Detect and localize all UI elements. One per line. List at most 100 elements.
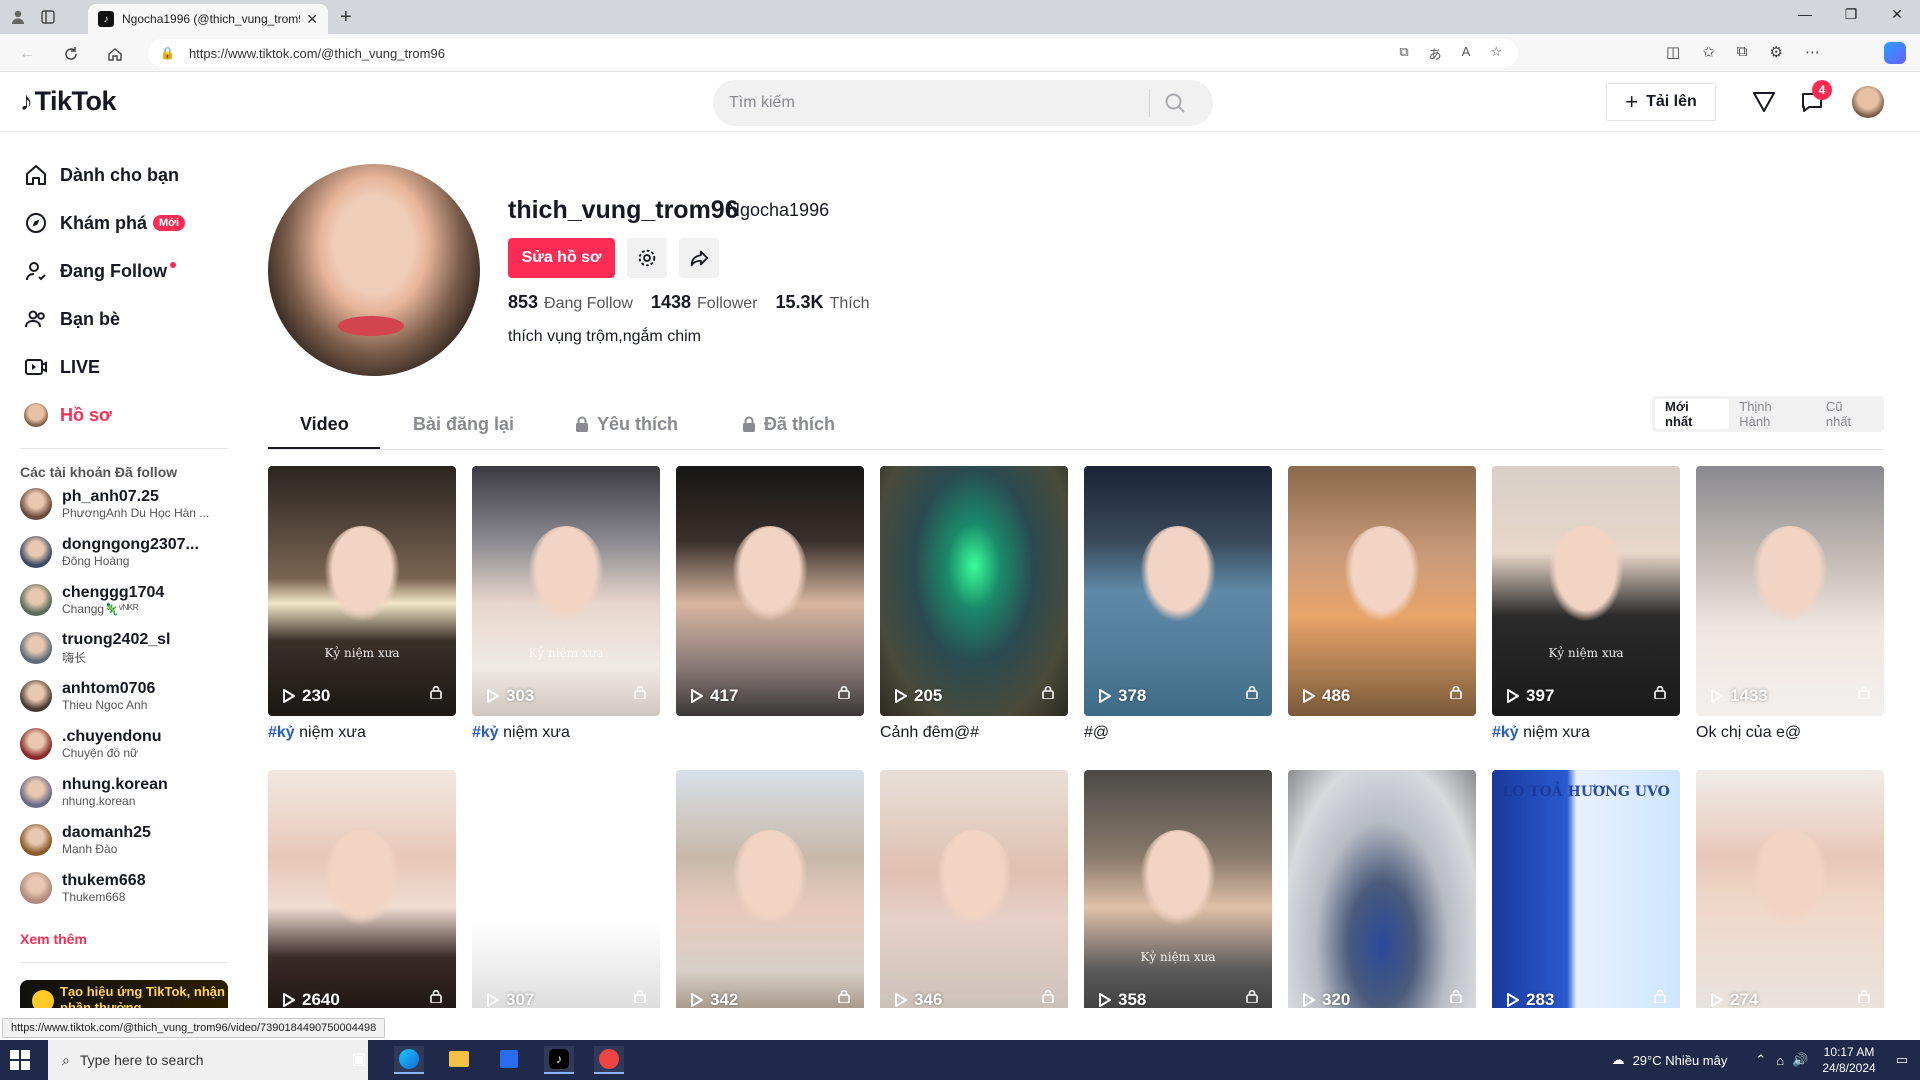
url-field[interactable]: 🔒 https://www.tiktok.com/@thich_vung_tro… xyxy=(148,39,1518,67)
video-card[interactable]: 378 #@ xyxy=(1084,466,1272,742)
video-card[interactable]: 307 xyxy=(472,770,660,1008)
taskbar-search[interactable]: ⌕ Type here to search xyxy=(48,1040,368,1080)
settings-button[interactable] xyxy=(627,238,667,278)
video-thumbnail[interactable]: 346 xyxy=(880,770,1068,1008)
back-icon[interactable]: ← xyxy=(16,43,38,65)
video-thumbnail[interactable]: Kỷ niệm xưa 303 xyxy=(472,466,660,716)
profile-icon[interactable] xyxy=(8,7,28,27)
video-card[interactable]: Kỷ niệm xưa 303 #kỷ niệm xưa xyxy=(472,466,660,742)
following-account-item[interactable]: ph_anh07.25 PhươngAnh Du Học Hàn ... xyxy=(20,484,230,524)
tray-chevron-icon[interactable]: ⌃ xyxy=(1755,1052,1766,1068)
search-icon[interactable] xyxy=(1150,80,1200,126)
hashtag-link[interactable]: #kỷ xyxy=(268,724,295,741)
close-tab-icon[interactable]: ✕ xyxy=(306,11,318,28)
video-thumbnail[interactable]: 2640 xyxy=(268,770,456,1008)
video-thumbnail[interactable]: 274 xyxy=(1696,770,1884,1008)
video-caption[interactable]: #kỷ niệm xưa xyxy=(472,724,660,742)
sidebar-item-profile[interactable]: Hồ sơ xyxy=(22,398,112,432)
video-thumbnail[interactable]: Kỷ niệm xưa 230 xyxy=(268,466,456,716)
video-thumbnail[interactable]: 1433 xyxy=(1696,466,1884,716)
video-caption[interactable]: #kỷ niệm xưa xyxy=(1492,724,1680,742)
video-card[interactable]: 417 xyxy=(676,466,864,724)
video-thumbnail[interactable]: Kỷ niệm xưa 397 xyxy=(1492,466,1680,716)
weather-text[interactable]: 29°C Nhiều mây xyxy=(1633,1053,1728,1068)
video-caption[interactable]: Cảnh đêm@# xyxy=(880,724,1068,742)
video-card[interactable]: 320 xyxy=(1288,770,1476,1008)
copilot-icon[interactable] xyxy=(1884,42,1906,64)
hashtag-link[interactable]: #kỷ xyxy=(1492,724,1519,741)
read-aloud-icon[interactable]: A xyxy=(1462,44,1471,63)
video-caption[interactable]: #@ xyxy=(1084,724,1272,742)
sidebar-item-following[interactable]: Đang Follow xyxy=(22,254,176,288)
filter-icon[interactable] xyxy=(1750,88,1778,116)
network-icon[interactable]: ⌂ xyxy=(1776,1053,1784,1068)
following-account-item[interactable]: truong2402_sl 嗨长 xyxy=(20,628,230,668)
refresh-icon[interactable] xyxy=(60,43,82,65)
minimize-icon[interactable]: — xyxy=(1782,6,1828,22)
search-input[interactable] xyxy=(729,94,1149,112)
tiktok-app-icon[interactable]: ♪ xyxy=(544,1046,574,1074)
tiktok-logo[interactable]: ♪ TikTok xyxy=(20,86,117,117)
home-browser-icon[interactable] xyxy=(104,43,126,65)
tab-favorites[interactable]: Yêu thích xyxy=(575,398,678,450)
share-profile-button[interactable] xyxy=(679,238,719,278)
open-in-app-icon[interactable]: ⧉ xyxy=(1399,44,1408,63)
profile-avatar[interactable] xyxy=(268,164,480,376)
close-window-icon[interactable]: ✕ xyxy=(1874,6,1920,23)
tab-video[interactable]: Video xyxy=(300,398,349,450)
extensions-icon[interactable]: ⚙ xyxy=(1769,43,1782,61)
video-card[interactable]: Kỷ niệm xưa 230 #kỷ niệm xưa xyxy=(268,466,456,742)
windows-start-icon[interactable] xyxy=(10,1050,30,1070)
video-card[interactable]: Kỷ niệm xưa358#kỷ niệm xưa xyxy=(1084,770,1272,1008)
split-screen-icon[interactable]: ◫ xyxy=(1666,43,1680,61)
sidebar-item-explore[interactable]: Khám phá Mới xyxy=(22,206,186,240)
clock[interactable]: 10:17 AM 24/8/2024 xyxy=(1822,1044,1875,1076)
video-thumbnail[interactable]: Kỷ niệm xưa 358 xyxy=(1084,770,1272,1008)
tab-liked[interactable]: Đã thích xyxy=(742,398,835,450)
video-caption[interactable]: Ok chị của e@ xyxy=(1696,724,1884,742)
video-card[interactable]: 274 xyxy=(1696,770,1884,1008)
video-card[interactable]: Kỷ niệm xưa 397 #kỷ niệm xưa xyxy=(1492,466,1680,742)
video-caption[interactable]: #kỷ niệm xưa xyxy=(268,724,456,742)
following-account-item[interactable]: anhtom0706 Thieu Ngoc Anh xyxy=(20,676,230,716)
video-card[interactable]: 486 xyxy=(1288,466,1476,724)
weather-icon[interactable]: ☁ xyxy=(1612,1052,1625,1068)
stat-followers[interactable]: 1438 Follower xyxy=(651,292,758,313)
favorite-star-icon[interactable]: ☆ xyxy=(1490,44,1502,63)
translate-icon[interactable]: あ xyxy=(1429,44,1442,63)
edge-browser-icon[interactable] xyxy=(394,1046,424,1074)
video-card[interactable]: LỌ TOẢ HƯƠNG UVO283Lọ toả hương uvo giúp… xyxy=(1492,770,1680,1008)
following-account-item[interactable]: .chuyendonu Chuyện đồ nữ xyxy=(20,724,230,764)
sidebar-item-for-you[interactable]: Dành cho bạn xyxy=(22,158,179,192)
microsoft-store-icon[interactable] xyxy=(494,1046,524,1074)
video-thumbnail[interactable]: 378 xyxy=(1084,466,1272,716)
sidebar-item-live[interactable]: LIVE xyxy=(22,350,100,384)
following-account-item[interactable]: nhung.korean nhung.korean xyxy=(20,772,230,812)
video-thumbnail[interactable]: 342 xyxy=(676,770,864,1008)
video-card[interactable]: 1433 Ok chị của e@ xyxy=(1696,466,1884,742)
tab-reposts[interactable]: Bài đăng lại xyxy=(413,398,514,450)
video-thumbnail[interactable]: 320 xyxy=(1288,770,1476,1008)
sort-oldest[interactable]: Cũ nhất xyxy=(1816,399,1881,429)
following-account-item[interactable]: daomanh25 Mạnh Đào xyxy=(20,820,230,860)
workspaces-icon[interactable] xyxy=(38,7,58,27)
browser-tab-active[interactable]: ♪ Ngocha1996 (@thich_vung_trom96) | TikT… xyxy=(88,4,328,34)
task-view-icon[interactable]: ▣ xyxy=(344,1046,374,1074)
video-card[interactable]: 2640 xyxy=(268,770,456,1008)
file-explorer-icon[interactable] xyxy=(444,1046,474,1074)
collections-icon[interactable]: ⧉ xyxy=(1737,43,1748,61)
video-thumbnail[interactable]: 307 xyxy=(472,770,660,1008)
upload-button[interactable]: + Tải lên xyxy=(1606,83,1716,121)
video-card[interactable]: 346 xyxy=(880,770,1068,1008)
sort-popular[interactable]: Thịnh Hành xyxy=(1729,399,1816,429)
notifications-icon[interactable]: ▭ xyxy=(1896,1052,1908,1068)
favorites-icon[interactable]: ✩ xyxy=(1702,43,1715,61)
video-thumbnail[interactable]: 417 xyxy=(676,466,864,716)
sort-newest[interactable]: Mới nhất xyxy=(1655,399,1730,429)
restore-icon[interactable]: ❐ xyxy=(1828,6,1874,23)
following-account-item[interactable]: dongngong2307... Đông Hoàng xyxy=(20,532,230,572)
more-menu-icon[interactable]: ⋯ xyxy=(1805,43,1820,61)
video-thumbnail[interactable]: 486 xyxy=(1288,466,1476,716)
video-thumbnail[interactable]: 205 xyxy=(880,466,1068,716)
stat-following[interactable]: 853 Đang Follow xyxy=(508,292,633,313)
